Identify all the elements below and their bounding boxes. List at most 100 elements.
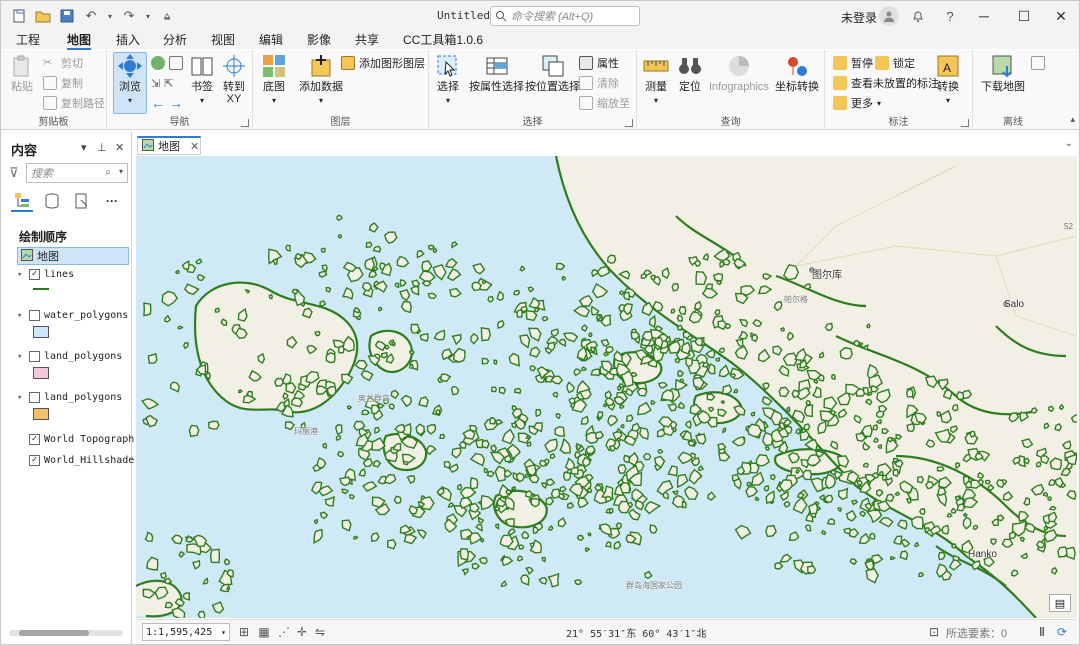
- close-window-icon[interactable]: ✕: [1041, 1, 1079, 31]
- notifications-bell-icon[interactable]: [907, 5, 929, 27]
- command-search-input[interactable]: 命令搜索 (Alt+Q): [490, 6, 640, 26]
- map-view-tab[interactable]: 地图 ✕: [137, 136, 201, 155]
- layer-row[interactable]: ▾ land_polygons: [17, 392, 122, 403]
- add-data-button[interactable]: 添加数据 ▾: [299, 53, 343, 107]
- redo-dropdown-icon[interactable]: ▾: [143, 6, 153, 26]
- selection-launcher-icon[interactable]: [625, 119, 633, 127]
- filter-icon[interactable]: ⊽: [9, 165, 19, 181]
- more-labeling-button[interactable]: 更多 ▾: [833, 95, 881, 111]
- layer-visibility-checkbox[interactable]: ✓: [29, 455, 40, 466]
- select-by-location-button[interactable]: 按位置选择: [525, 53, 580, 93]
- clear-selection-button[interactable]: 清除: [579, 75, 619, 91]
- add-data-dropdown-icon[interactable]: ▾: [319, 95, 323, 107]
- tab-imagery[interactable]: 影像: [307, 31, 331, 48]
- convert-labels-button[interactable]: A 转换 ▾: [935, 53, 961, 107]
- user-status[interactable]: 未登录: [841, 9, 877, 26]
- tab-map[interactable]: 地图: [67, 31, 92, 51]
- undo-icon[interactable]: ↶: [81, 6, 101, 26]
- help-icon[interactable]: ?: [939, 5, 961, 27]
- cut-button[interactable]: ✂ 剪切: [43, 55, 83, 71]
- layer-fill-swatch[interactable]: [33, 367, 49, 379]
- bookmarks-button[interactable]: 书签 ▾: [189, 53, 215, 107]
- layer-expand-chevron-icon[interactable]: ▾: [17, 311, 25, 321]
- bookmarks-dropdown-icon[interactable]: ▾: [200, 95, 204, 107]
- tab-project[interactable]: 工程: [16, 31, 40, 48]
- grid-toggle-icon[interactable]: ▦: [256, 624, 272, 640]
- goto-xy-button[interactable]: 转到 XY: [221, 53, 247, 105]
- layer-visibility-checkbox[interactable]: [29, 351, 40, 362]
- basemap-dropdown-icon[interactable]: ▾: [272, 95, 276, 107]
- redo-icon[interactable]: ↷: [119, 6, 139, 26]
- contents-search-input[interactable]: 搜索 ⌕ ▾: [26, 163, 128, 183]
- crosshair-toggle-icon[interactable]: ✛: [294, 624, 310, 640]
- tab-share[interactable]: 共享: [355, 31, 379, 48]
- layer-row[interactable]: ▾ water_polygons: [17, 310, 128, 321]
- pane-options-icon[interactable]: ▾: [81, 141, 87, 154]
- layer-expand-chevron-icon[interactable]: ▾: [17, 352, 25, 362]
- pane-horizontal-scrollbar[interactable]: [9, 630, 123, 636]
- add-graphics-layer-button[interactable]: 添加图形图层: [341, 55, 425, 71]
- select-button[interactable]: 选择 ▾: [435, 53, 461, 107]
- layer-visibility-checkbox[interactable]: ✓: [29, 269, 40, 280]
- minimize-window-icon[interactable]: ─: [964, 1, 1004, 31]
- collapse-ribbon-icon[interactable]: ▴: [1070, 114, 1075, 125]
- search-dropdown-icon[interactable]: ▾: [119, 167, 123, 176]
- measure-dropdown-icon[interactable]: ▾: [654, 95, 658, 107]
- tab-analysis[interactable]: 分析: [163, 31, 187, 48]
- layer-line-symbol[interactable]: [33, 288, 49, 290]
- copy-button[interactable]: 复制: [43, 75, 83, 91]
- layer-expand-chevron-icon[interactable]: ▾: [17, 270, 25, 280]
- explore-dropdown-icon[interactable]: ▾: [128, 95, 132, 107]
- lock-labels-button[interactable]: 锁定: [875, 55, 915, 71]
- sync-button[interactable]: [1031, 55, 1045, 71]
- data-source-icon[interactable]: [41, 190, 63, 212]
- layer-row[interactable]: ✓ World_Hillshade: [17, 455, 134, 466]
- open-project-icon[interactable]: [33, 6, 53, 26]
- layer-row[interactable]: ✓ World Topographic: [17, 434, 146, 445]
- snapping-icon[interactable]: ⋰: [276, 624, 292, 640]
- pause-labels-button[interactable]: 暂停: [833, 55, 873, 71]
- fixed-extent-icon[interactable]: ⊞: [236, 624, 252, 640]
- zoom-full-extent-button[interactable]: [151, 55, 183, 71]
- tab-cc-toolbox[interactable]: CC工具箱1.0.6: [403, 31, 483, 48]
- back-forward-buttons[interactable]: ← →: [151, 95, 183, 111]
- coordinate-format-dropdown-icon[interactable]: ⌄: [696, 624, 712, 640]
- new-project-icon[interactable]: [9, 6, 29, 26]
- layer-visibility-checkbox[interactable]: [29, 310, 40, 321]
- paste-button[interactable]: 粘贴: [9, 53, 35, 93]
- scale-dropdown-icon[interactable]: ▾: [221, 628, 226, 637]
- layer-expand-chevron-icon[interactable]: ▾: [17, 393, 25, 403]
- more-views-icon[interactable]: ···: [101, 190, 123, 212]
- view-tabs-dropdown-icon[interactable]: ⌄: [1065, 138, 1073, 149]
- select-by-attributes-button[interactable]: 按属性选择: [469, 53, 524, 93]
- labeling-launcher-icon[interactable]: [961, 119, 969, 127]
- customize-toolbar-icon[interactable]: ⩠: [157, 6, 177, 26]
- attributes-button[interactable]: 属性: [579, 55, 619, 71]
- coordinate-conversion-button[interactable]: 坐标转换: [775, 53, 819, 93]
- fixed-zoom-buttons[interactable]: ⇲ ⇱: [151, 75, 173, 91]
- map-node[interactable]: 地图: [17, 247, 129, 265]
- select-dropdown-icon[interactable]: ▾: [446, 95, 450, 107]
- layer-fill-swatch[interactable]: [33, 408, 49, 420]
- map-view-options-icon[interactable]: ▤: [1049, 594, 1071, 612]
- layer-visibility-checkbox[interactable]: [29, 392, 40, 403]
- measure-button[interactable]: 测量 ▾: [643, 53, 669, 107]
- locate-button[interactable]: 定位: [677, 53, 703, 93]
- layer-visibility-checkbox[interactable]: ✓: [29, 434, 40, 445]
- navigation-mode-icon[interactable]: ⇋: [312, 624, 328, 640]
- tab-insert[interactable]: 插入: [116, 31, 140, 48]
- pane-close-icon[interactable]: ✕: [115, 141, 124, 154]
- layer-row[interactable]: ▾ land_polygons: [17, 351, 122, 362]
- user-avatar-icon[interactable]: [879, 6, 899, 26]
- infographics-button[interactable]: Infographics: [709, 53, 769, 93]
- layer-fill-swatch[interactable]: [33, 326, 49, 338]
- scale-selector[interactable]: 1:1,595,425 ▾: [142, 623, 230, 641]
- tab-edit[interactable]: 编辑: [259, 31, 283, 48]
- tab-view[interactable]: 视图: [211, 31, 235, 48]
- convert-dropdown-icon[interactable]: ▾: [946, 95, 950, 107]
- drawing-order-icon[interactable]: [11, 190, 33, 212]
- map-canvas[interactable]: 图尔库 Salo Hanko 52 奥兰群岛 玛丽港 群岛海国家公园 帕尔格 ▤: [136, 156, 1077, 618]
- layer-row[interactable]: ▾ ✓ lines: [17, 269, 74, 280]
- maximize-window-icon[interactable]: ☐: [1004, 1, 1044, 31]
- download-map-button[interactable]: 下载地图: [981, 53, 1025, 93]
